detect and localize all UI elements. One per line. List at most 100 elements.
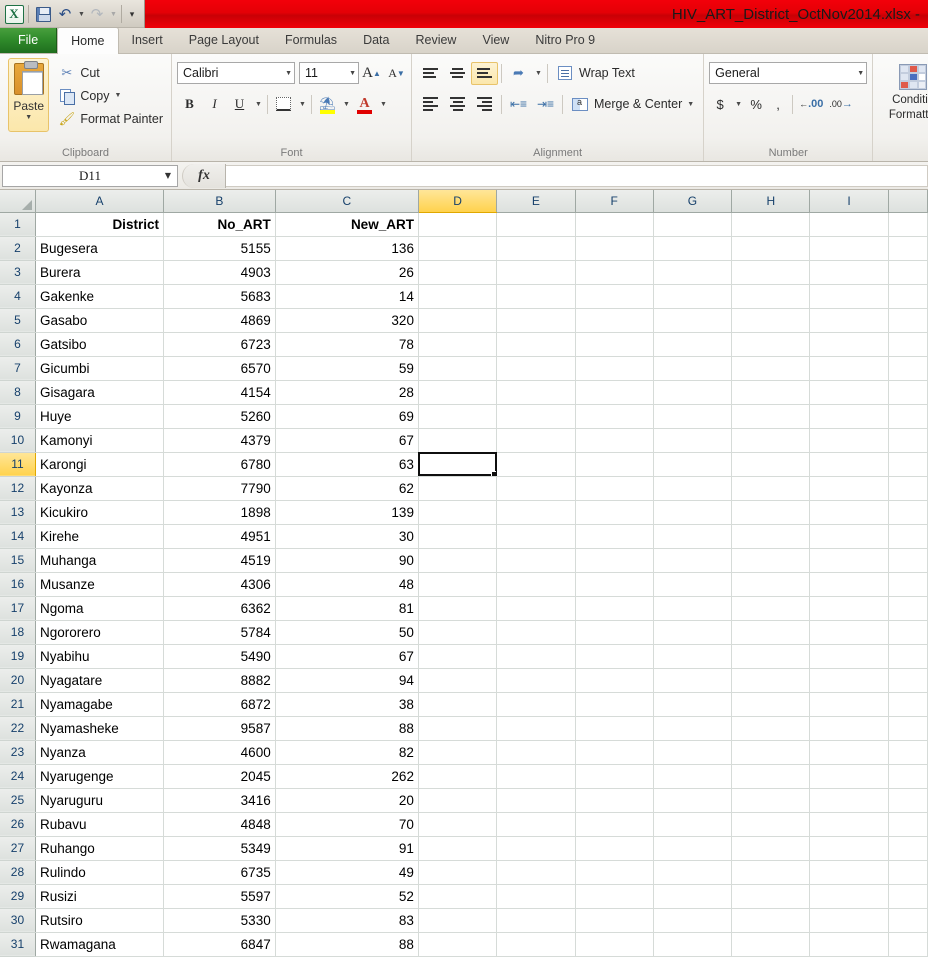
row-header[interactable]: 20	[0, 668, 36, 693]
cell-a22[interactable]: Nyamasheke	[35, 716, 164, 741]
percent-style-button[interactable]: %	[745, 93, 767, 116]
cell-f29[interactable]	[575, 884, 654, 909]
cell-f31[interactable]	[575, 932, 654, 957]
cell-g19[interactable]	[653, 644, 733, 669]
cell-c5[interactable]: 320	[275, 308, 419, 333]
cell-i19[interactable]	[809, 644, 889, 669]
cell-f18[interactable]	[575, 620, 654, 645]
column-header-f[interactable]: F	[575, 190, 654, 213]
cell-i30[interactable]	[809, 908, 889, 933]
row-header[interactable]: 9	[0, 404, 36, 429]
chevron-down-icon[interactable]: ▼	[25, 114, 32, 121]
cell-b9[interactable]: 5260	[163, 404, 276, 429]
worksheet-grid[interactable]: A B C D E F G H I 1 District No_ART New_…	[0, 190, 928, 974]
cell-e9[interactable]	[496, 404, 576, 429]
cell-d15[interactable]	[418, 548, 498, 573]
row-header[interactable]: 14	[0, 524, 36, 549]
cell-d26[interactable]	[418, 812, 498, 837]
cell-c31[interactable]: 88	[275, 932, 419, 957]
cell-g27[interactable]	[653, 836, 733, 861]
column-header-i[interactable]: I	[809, 190, 889, 213]
cell-a18[interactable]: Ngororero	[35, 620, 164, 645]
cell-g3[interactable]	[653, 260, 733, 285]
cell-b3[interactable]: 4903	[163, 260, 276, 285]
cell-b12[interactable]: 7790	[163, 476, 276, 501]
cell-i18[interactable]	[809, 620, 889, 645]
cell-j31[interactable]	[888, 932, 928, 957]
cell-f23[interactable]	[575, 740, 654, 765]
cell-a10[interactable]: Kamonyi	[35, 428, 164, 453]
cell-b18[interactable]: 5784	[163, 620, 276, 645]
column-header-d[interactable]: D	[418, 190, 498, 213]
cell-d1[interactable]	[418, 212, 498, 237]
tab-data[interactable]: Data	[350, 27, 402, 53]
column-header-c[interactable]: C	[275, 190, 419, 213]
cell-e15[interactable]	[496, 548, 576, 573]
align-right-button[interactable]	[471, 93, 498, 116]
fill-color-dropdown-icon[interactable]: ▼	[340, 93, 352, 116]
cell-c18[interactable]: 50	[275, 620, 419, 645]
cell-b27[interactable]: 5349	[163, 836, 276, 861]
tab-nitro-pro-9[interactable]: Nitro Pro 9	[522, 27, 608, 53]
cell-j13[interactable]	[888, 500, 928, 525]
cell-g17[interactable]	[653, 596, 733, 621]
cell-j20[interactable]	[888, 668, 928, 693]
row-header[interactable]: 16	[0, 572, 36, 597]
cell-a31[interactable]: Rwamagana	[35, 932, 164, 957]
cell-f9[interactable]	[575, 404, 654, 429]
row-header[interactable]: 7	[0, 356, 36, 381]
cell-c17[interactable]: 81	[275, 596, 419, 621]
cell-c26[interactable]: 70	[275, 812, 419, 837]
cell-d16[interactable]	[418, 572, 498, 597]
cell-j5[interactable]	[888, 308, 928, 333]
cell-d19[interactable]	[418, 644, 498, 669]
cell-e22[interactable]	[496, 716, 576, 741]
cell-f22[interactable]	[575, 716, 654, 741]
font-color-button[interactable]: A	[352, 93, 377, 116]
cell-i24[interactable]	[809, 764, 889, 789]
cell-j27[interactable]	[888, 836, 928, 861]
undo-icon[interactable]: ↶	[54, 3, 76, 25]
cell-e21[interactable]	[496, 692, 576, 717]
cell-f21[interactable]	[575, 692, 654, 717]
cell-a2[interactable]: Bugesera	[35, 236, 164, 261]
cell-j28[interactable]	[888, 860, 928, 885]
tab-review[interactable]: Review	[402, 27, 469, 53]
cell-g1[interactable]	[653, 212, 733, 237]
cell-d18[interactable]	[418, 620, 498, 645]
cell-c10[interactable]: 67	[275, 428, 419, 453]
row-header[interactable]: 10	[0, 428, 36, 453]
cell-b21[interactable]: 6872	[163, 692, 276, 717]
cell-b2[interactable]: 5155	[163, 236, 276, 261]
cell-i31[interactable]	[809, 932, 889, 957]
tab-file[interactable]: File	[0, 27, 58, 53]
cell-d21[interactable]	[418, 692, 498, 717]
cell-a1[interactable]: District	[35, 212, 164, 237]
cell-b29[interactable]: 5597	[163, 884, 276, 909]
cell-h12[interactable]	[731, 476, 811, 501]
cell-a4[interactable]: Gakenke	[35, 284, 164, 309]
cell-g22[interactable]	[653, 716, 733, 741]
cell-h30[interactable]	[731, 908, 811, 933]
cell-g23[interactable]	[653, 740, 733, 765]
tab-insert[interactable]: Insert	[119, 27, 176, 53]
column-header-h[interactable]: H	[731, 190, 811, 213]
merge-center-button[interactable]: Merge & Center ▼	[566, 92, 698, 117]
cell-j29[interactable]	[888, 884, 928, 909]
row-header[interactable]: 30	[0, 908, 36, 933]
cell-a8[interactable]: Gisagara	[35, 380, 164, 405]
cell-f1[interactable]	[575, 212, 654, 237]
insert-function-icon[interactable]: fx	[182, 163, 226, 188]
cell-a9[interactable]: Huye	[35, 404, 164, 429]
tab-page-layout[interactable]: Page Layout	[176, 27, 272, 53]
redo-dropdown-icon[interactable]: ▼	[108, 3, 118, 25]
comma-style-button[interactable]: ,	[767, 93, 789, 116]
row-header[interactable]: 15	[0, 548, 36, 573]
cell-f24[interactable]	[575, 764, 654, 789]
cell-d24[interactable]	[418, 764, 498, 789]
cell-f7[interactable]	[575, 356, 654, 381]
cell-h7[interactable]	[731, 356, 811, 381]
row-header[interactable]: 29	[0, 884, 36, 909]
cell-c23[interactable]: 82	[275, 740, 419, 765]
cell-b24[interactable]: 2045	[163, 764, 276, 789]
